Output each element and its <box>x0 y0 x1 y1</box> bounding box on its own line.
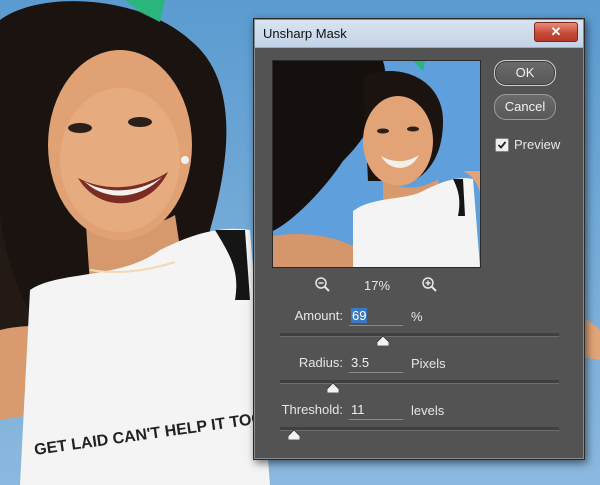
preview-checkbox-box[interactable] <box>495 138 509 152</box>
amount-label: Amount: <box>294 308 343 323</box>
threshold-unit: levels <box>411 403 445 418</box>
threshold-label: Threshold: <box>281 402 343 417</box>
amount-unit: % <box>411 309 423 324</box>
preview-image <box>273 61 480 267</box>
zoom-out-button[interactable] <box>314 276 332 294</box>
slider-thumb-icon <box>288 430 300 440</box>
threshold-input[interactable]: 11 <box>349 401 403 420</box>
amount-value: 69 <box>351 308 368 323</box>
threshold-value: 11 <box>351 402 365 417</box>
radius-label: Radius: <box>298 355 343 370</box>
zoom-level: 17% <box>363 278 391 293</box>
dialog-body: 17% OK Cancel Preview Amount: 69 % Radiu… <box>255 48 583 458</box>
slider-thumb-icon <box>327 383 339 393</box>
slider-thumb-icon <box>377 336 389 346</box>
unsharp-mask-dialog: Unsharp Mask ✕ 17% OK Cancel Preview Amo… <box>253 18 585 460</box>
radius-value: 3.5 <box>351 355 370 370</box>
close-button[interactable]: ✕ <box>534 22 578 42</box>
radius-input[interactable]: 3.5 <box>349 354 403 373</box>
zoom-controls: 17% <box>272 276 479 296</box>
dialog-title: Unsharp Mask <box>263 26 347 41</box>
preview-thumbnail[interactable] <box>272 60 481 268</box>
radius-unit: Pixels <box>411 356 446 371</box>
checkmark-icon <box>497 141 507 149</box>
radius-slider-track[interactable] <box>280 380 559 393</box>
amount-slider-track[interactable] <box>280 333 559 346</box>
cancel-button[interactable]: Cancel <box>494 94 556 120</box>
zoom-in-icon <box>422 277 437 292</box>
preview-label: Preview <box>514 137 561 152</box>
ok-button[interactable]: OK <box>494 60 556 86</box>
zoom-in-button[interactable] <box>421 276 439 294</box>
zoom-out-icon <box>315 277 330 292</box>
close-icon: ✕ <box>550 24 562 39</box>
threshold-slider-track[interactable] <box>280 427 559 440</box>
amount-input[interactable]: 69 <box>349 307 403 326</box>
dialog-titlebar[interactable]: Unsharp Mask ✕ <box>255 20 583 48</box>
